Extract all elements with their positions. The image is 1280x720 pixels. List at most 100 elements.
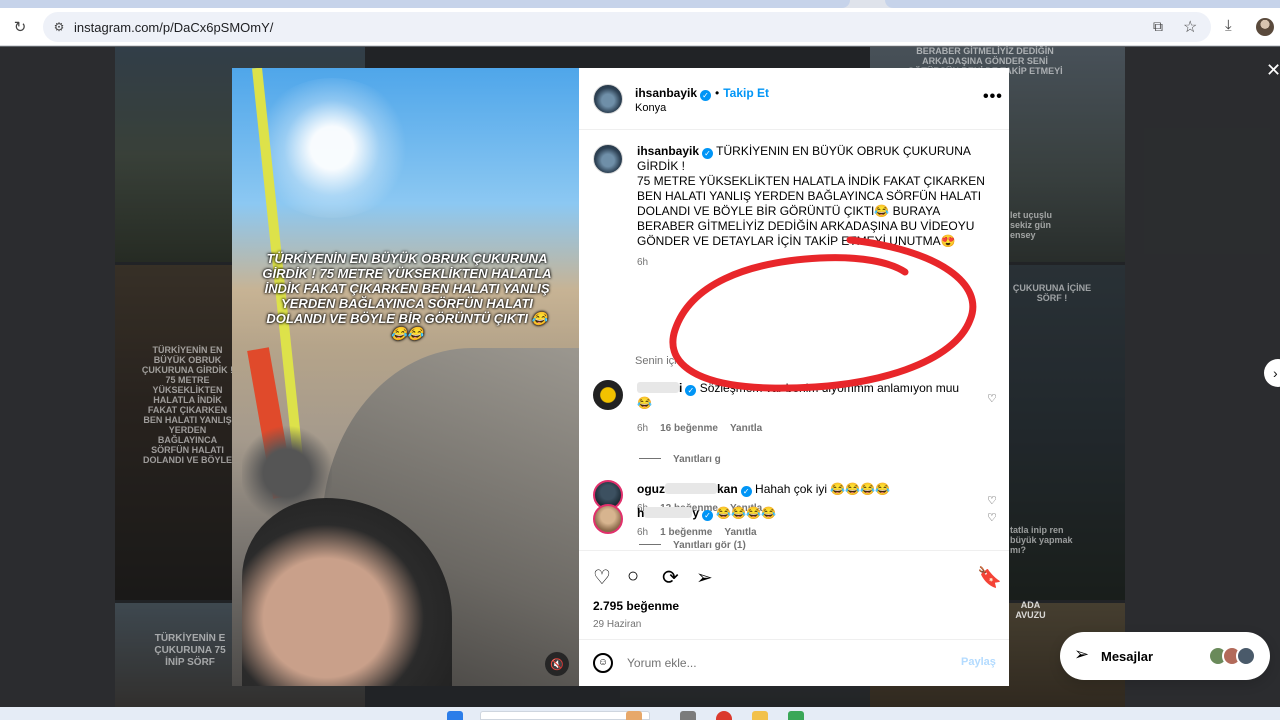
reload-icon[interactable]: ↻ <box>10 17 30 37</box>
share-send-icon[interactable]: ➢ <box>696 565 718 589</box>
comment-username[interactable]: i <box>679 381 682 395</box>
inactive-tab[interactable] <box>885 0 1280 8</box>
download-icon[interactable]: ⤓ <box>1225 17 1243 37</box>
username[interactable]: ihsanbayik <box>637 144 699 158</box>
more-options-icon[interactable]: ••• <box>983 88 1003 106</box>
replies-line <box>639 544 661 545</box>
verified-badge-icon: ✓ <box>702 510 714 521</box>
chrome-taskbar-icon[interactable] <box>716 711 732 720</box>
comment-text: Sözleşmem var benim diyommm anlamıyon mu… <box>637 381 960 410</box>
caption-text: GİRDİK ! <box>637 159 686 173</box>
tab-strip <box>0 0 1280 8</box>
comment-username[interactable]: oguz <box>637 482 665 496</box>
post-actions: ♡ ○ ⟳ ➢ 🔖 2.795 beğenme 29 Haziran ☺ Yor… <box>579 550 1009 686</box>
folder-taskbar-icon[interactable] <box>752 711 768 720</box>
background-text: ADA AVUZU <box>1015 600 1046 620</box>
comment-row: h y ✓ 😂😂😂😂 <box>637 506 977 521</box>
url-text[interactable]: instagram.com/p/DaCx6pSMOmY/ <box>74 20 273 35</box>
avatar[interactable] <box>593 84 623 114</box>
save-bookmark-icon[interactable]: 🔖 <box>977 565 1002 589</box>
post-comment-button[interactable]: Paylaş <box>961 656 996 668</box>
post-side-panel: ihsanbayik ✓ • Takip Et Konya ••• ihsanbayi… <box>579 68 1009 686</box>
comment-meta: 6h 16 beğenme Yanıtla <box>637 423 977 434</box>
replies-line <box>639 458 661 459</box>
messages-label: Mesajlar <box>1101 649 1154 664</box>
location[interactable]: Konya <box>635 102 666 114</box>
caption-body: 75 METRE YÜKSEKLİKTEN HALATLA İNDİK FAKA… <box>637 174 985 248</box>
repost-icon[interactable]: ⟳ <box>662 565 684 589</box>
view-replies-label[interactable]: Yanıtları gör (1) <box>673 540 746 550</box>
verified-badge-icon: ✓ <box>702 148 714 159</box>
comment-text: Hahah çok iyi 😂😂😂😂 <box>755 482 891 496</box>
comment-row: oguz kan ✓ Hahah çok iyi 😂😂😂😂 <box>637 482 977 497</box>
caption-time[interactable]: 6h <box>637 257 987 268</box>
comment: i ✓ Sözleşmem var benim diyommm anlamıyon… <box>637 381 977 434</box>
view-replies[interactable]: Yanıtları g <box>639 454 721 465</box>
post-date[interactable]: 29 Haziran <box>593 619 641 630</box>
mute-icon[interactable]: 🔇 <box>545 652 569 676</box>
taskbar-app-icon[interactable] <box>680 711 696 720</box>
username[interactable]: ihsanbayik <box>635 86 697 100</box>
avatar[interactable] <box>593 144 623 174</box>
like-comment-heart-icon[interactable]: ♡ <box>987 511 997 524</box>
likes-count[interactable]: 2.795 beğenme <box>593 599 679 613</box>
background-text: let uçuşlu sekiz gün ensey <box>1010 210 1053 240</box>
blurred-username <box>665 483 717 494</box>
view-replies-label[interactable]: Yanıtları g <box>673 454 721 465</box>
site-info-icon[interactable]: ⚙ <box>51 19 67 35</box>
background-text: TÜRKİYENİN EN BÜYÜK OBRUK ÇUKURUNA GİRDİ… <box>141 345 234 465</box>
comments-section: ihsanbayik ✓ TÜRKİYENIN EN BÜYÜK OBRUK ÇU… <box>579 130 1009 550</box>
reply-button[interactable]: Yanıtla <box>730 423 762 434</box>
post-header: ihsanbayik ✓ • Takip Et Konya ••• <box>579 68 1009 130</box>
like-comment-heart-icon[interactable]: ♡ <box>987 392 997 405</box>
follow-button[interactable]: Takip Et <box>723 86 769 100</box>
like-heart-icon[interactable]: ♡ <box>593 565 615 589</box>
caption-text: TÜRKİYENIN EN BÜYÜK OBRUK ÇUKURUNA <box>716 144 971 158</box>
emoji-icon[interactable]: ☺ <box>593 653 613 673</box>
send-icon: ➢ <box>1074 644 1090 664</box>
comment-username[interactable]: y <box>692 506 699 520</box>
video-caption: TÜRKİYENİN EN BÜYÜK OBRUK ÇUKURUNA GİRDİ… <box>262 251 552 341</box>
browser-toolbar: ↻ ⚙ instagram.com/p/DaCx6pSMOmY/ ⧉ ☆ ⤓ <box>0 8 1280 46</box>
add-comment-bar: ☺ Yorum ekle... Paylaş <box>579 639 1009 687</box>
profile-avatar[interactable] <box>1256 18 1274 36</box>
comment-username[interactable]: kan <box>717 482 738 496</box>
close-icon[interactable]: ✕ <box>1266 60 1280 82</box>
comment: h y ✓ 😂😂😂😂 6h 1 beğenme Yanıtla <box>637 506 977 538</box>
address-bar[interactable]: ⚙ instagram.com/p/DaCx6pSMOmY/ ⧉ ☆ <box>43 12 1211 42</box>
comment-text: 😂😂😂😂 <box>716 506 777 520</box>
background-text: ÇUKURUNA İÇİNE SÖRF ! <box>1012 283 1092 303</box>
comment-time[interactable]: 6h <box>637 527 648 538</box>
post-video[interactable]: TÜRKİYENİN EN BÜYÜK OBRUK ÇUKURUNA GİRDİ… <box>232 68 579 686</box>
comment-likes[interactable]: 1 beğenme <box>660 527 712 538</box>
comment-row: i ✓ Sözleşmem var benim diyommm anlamıyon… <box>637 381 977 411</box>
reply-button[interactable]: Yanıtla <box>724 527 756 538</box>
separator-dot: • <box>715 86 720 100</box>
like-comment-heart-icon[interactable]: ♡ <box>987 494 997 507</box>
messages-button[interactable]: ➢ Mesajlar <box>1060 632 1270 680</box>
avatar <box>1236 646 1256 666</box>
background-text: tatla inip ren büyük yapmak mı? <box>1010 525 1073 555</box>
for-you-label: Senin için <box>635 355 683 367</box>
verified-badge-icon: ✓ <box>740 486 752 497</box>
taskbar-app-icon[interactable] <box>626 711 642 720</box>
caption-row: ihsanbayik ✓ TÜRKİYENIN EN BÜYÜK OBRUK ÇU… <box>637 144 987 159</box>
taskbar-app-icon[interactable] <box>788 711 804 720</box>
comment-avatar[interactable] <box>593 380 623 410</box>
comment-avatar[interactable] <box>593 504 623 534</box>
comment-time[interactable]: 6h <box>637 423 648 434</box>
comment-likes[interactable]: 16 beğenme <box>660 423 718 434</box>
comment-input[interactable]: Yorum ekle... <box>627 656 697 670</box>
background-text: TÜRKİYENİN E ÇUKURUNA 75 İNİP SÖRF <box>154 633 226 668</box>
comment-bubble-icon[interactable]: ○ <box>627 565 649 587</box>
bookmark-star-icon[interactable]: ☆ <box>1183 17 1201 36</box>
active-tab[interactable] <box>0 0 850 8</box>
view-replies[interactable]: Yanıtları gör (1) <box>639 540 746 550</box>
search-taskbar-icon[interactable] <box>480 711 650 720</box>
comment-username[interactable]: h <box>637 506 644 520</box>
windows-start-icon[interactable] <box>447 711 463 720</box>
video-sun-glare <box>252 78 412 218</box>
install-app-icon[interactable]: ⧉ <box>1153 18 1171 36</box>
post-caption: ihsanbayik ✓ TÜRKİYENIN EN BÜYÜK OBRUK ÇU… <box>637 144 987 268</box>
blurred-username <box>644 507 693 518</box>
